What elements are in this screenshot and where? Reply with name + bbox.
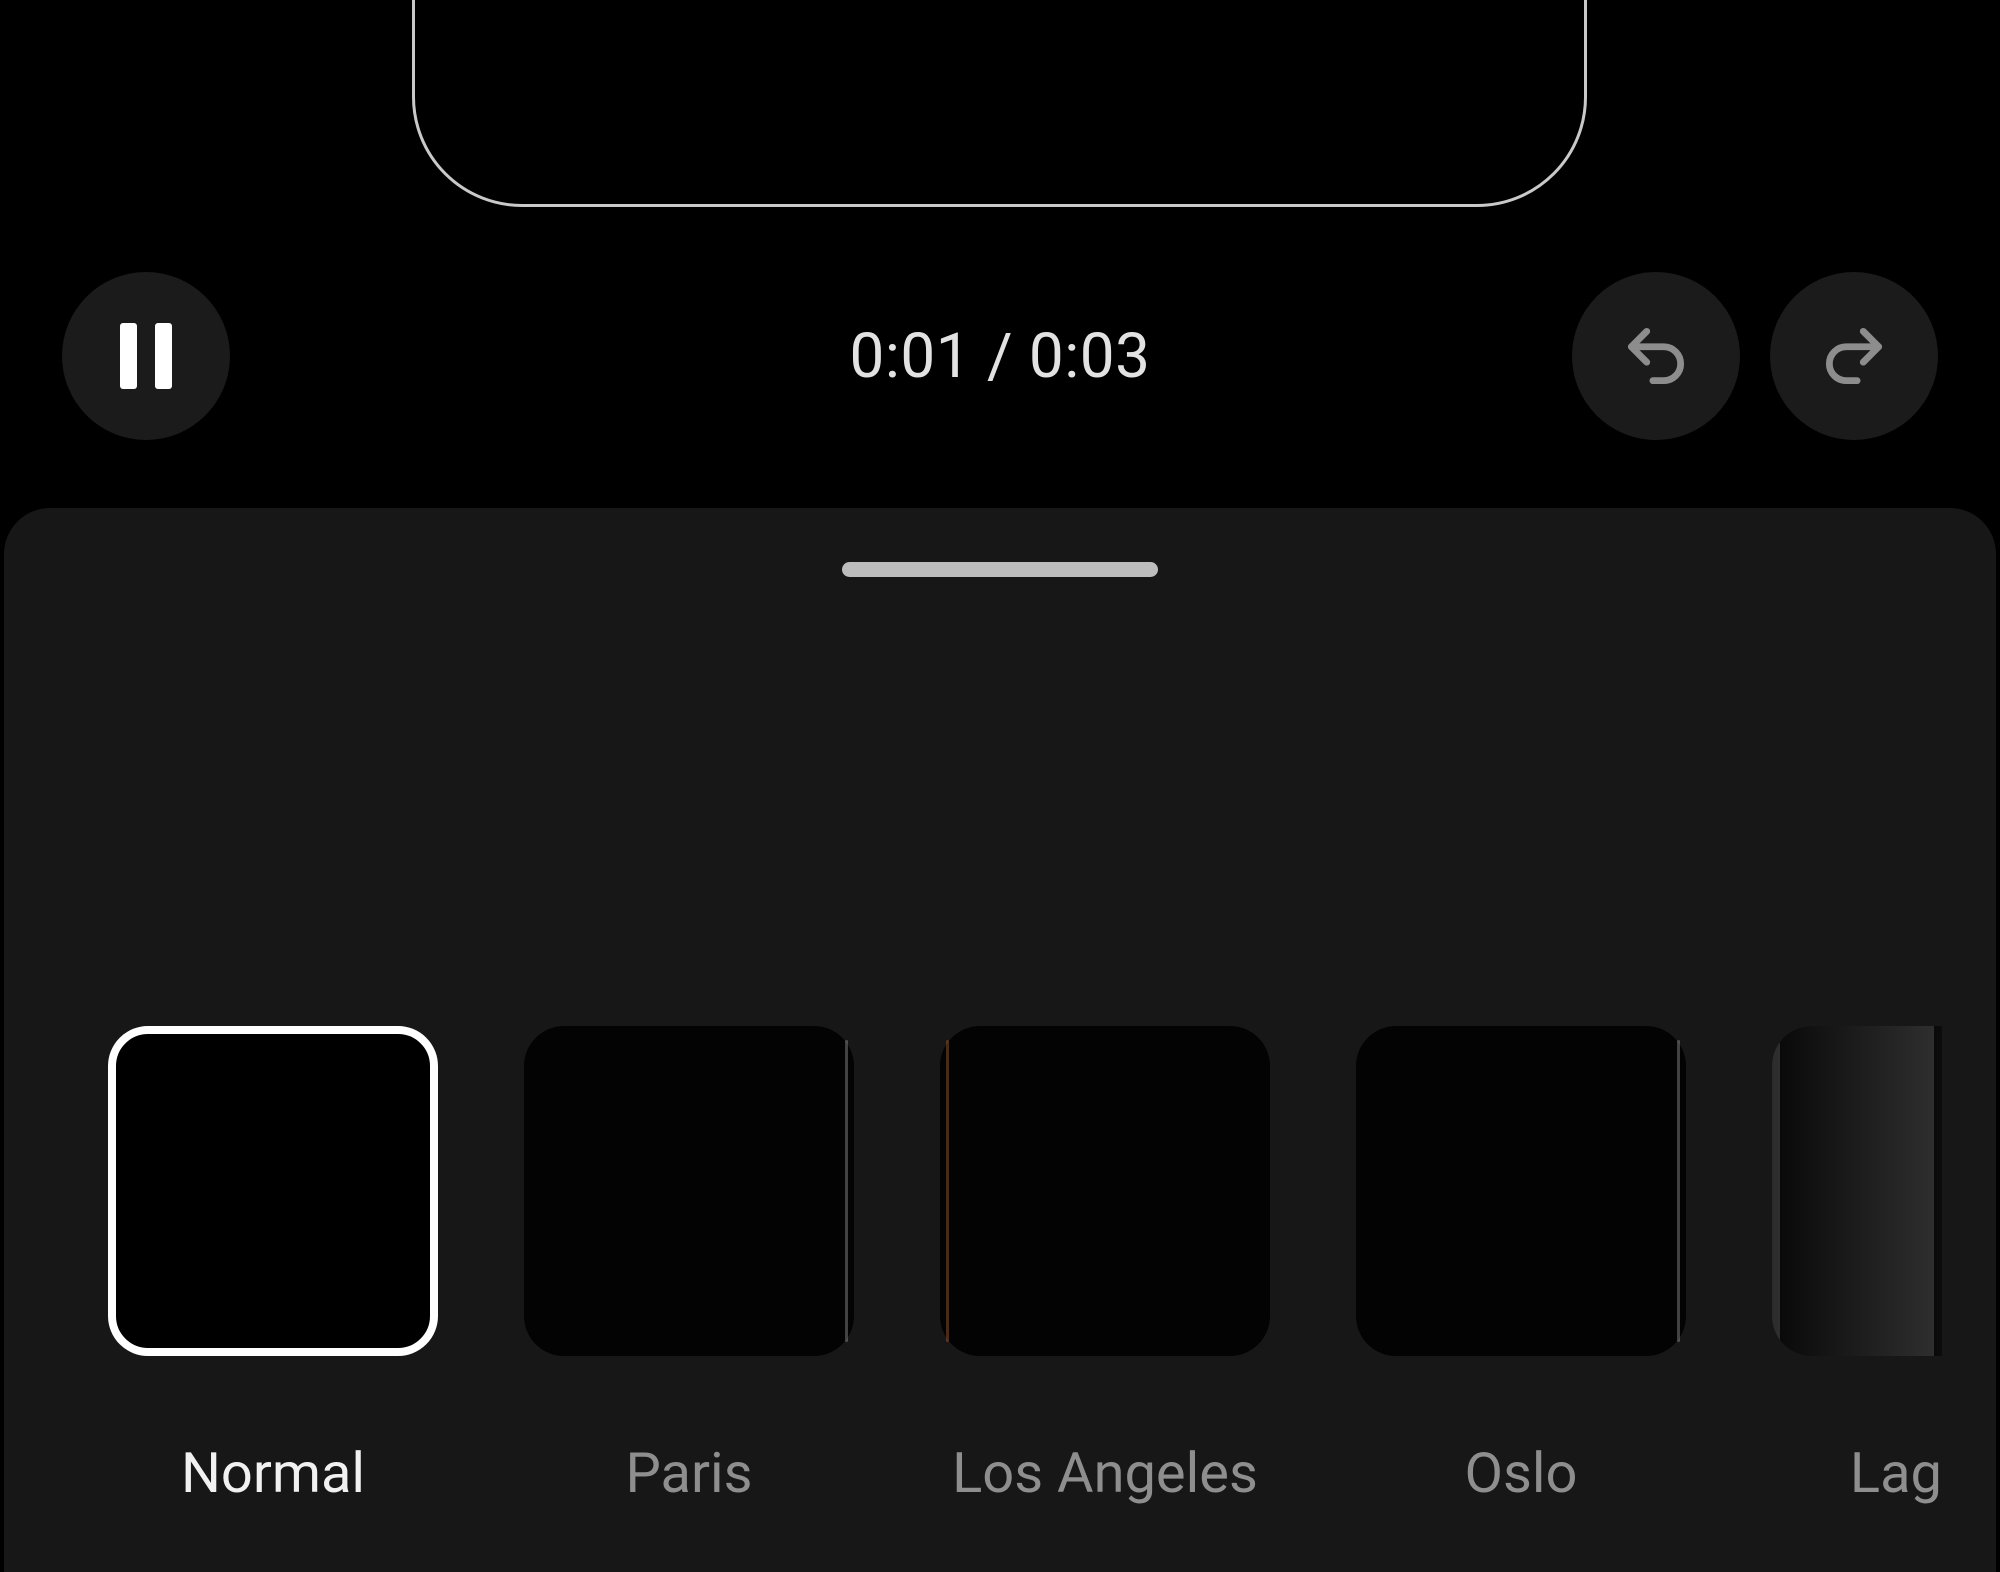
redo-button[interactable] <box>1770 272 1938 440</box>
filter-thumbnail <box>1772 1026 1942 1356</box>
redo-icon <box>1817 319 1891 393</box>
filter-sheet: Normal Paris Los Angeles Oslo Lag <box>4 508 1996 1572</box>
filter-label: Normal <box>181 1440 365 1506</box>
filter-thumbnail <box>108 1026 438 1356</box>
filter-list[interactable]: Normal Paris Los Angeles Oslo Lag <box>4 1026 1996 1506</box>
undo-icon <box>1619 319 1693 393</box>
playback-controls: 0:01 / 0:03 <box>0 272 2000 440</box>
filter-option[interactable]: Los Angeles <box>940 1026 1270 1506</box>
filter-label: Paris <box>626 1440 753 1506</box>
filter-thumbnail <box>940 1026 1270 1356</box>
sheet-grabber[interactable] <box>842 562 1158 577</box>
filter-option[interactable]: Paris <box>524 1026 854 1506</box>
preview-frame <box>412 0 1587 207</box>
filter-option[interactable]: Normal <box>108 1026 438 1506</box>
filter-thumbnail <box>1356 1026 1686 1356</box>
filter-label: Los Angeles <box>952 1440 1258 1506</box>
filter-thumbnail <box>524 1026 854 1356</box>
filter-label: Oslo <box>1465 1440 1578 1506</box>
filter-label: Lag <box>1772 1440 1942 1506</box>
filter-option[interactable]: Oslo <box>1356 1026 1686 1506</box>
filter-option[interactable]: Lag <box>1772 1026 1942 1506</box>
undo-button[interactable] <box>1572 272 1740 440</box>
